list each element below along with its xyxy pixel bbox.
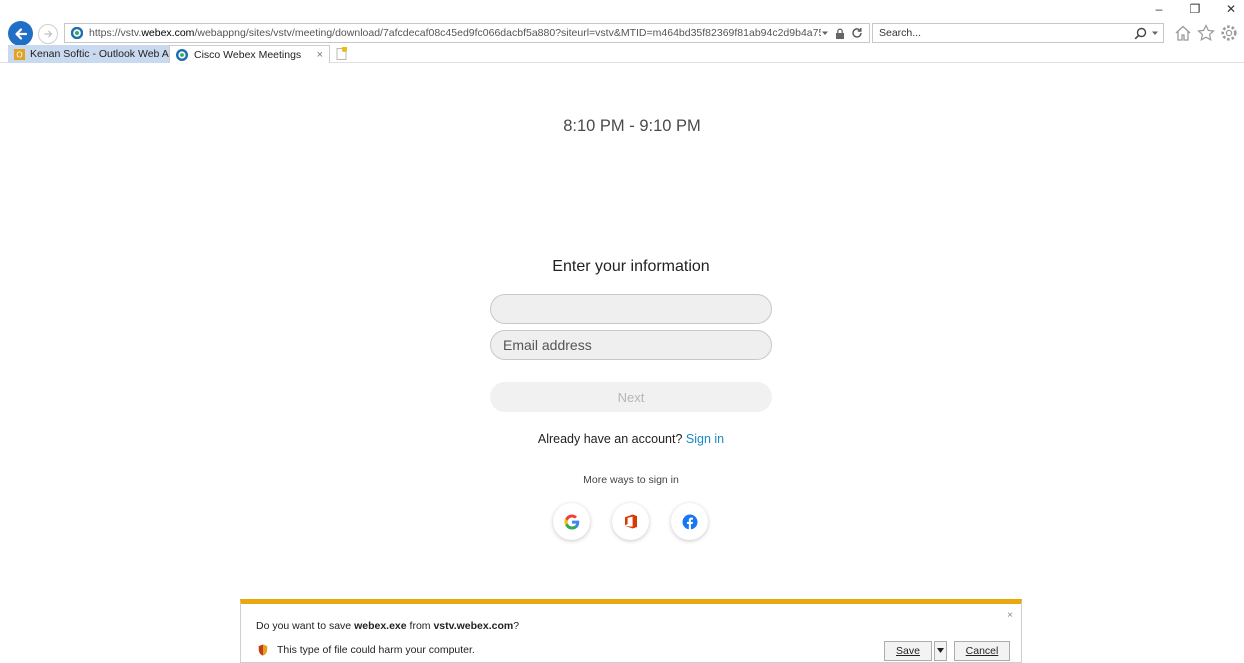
new-tab-icon[interactable] — [334, 47, 348, 61]
google-sign-in-button[interactable] — [553, 503, 590, 540]
back-arrow-icon — [14, 27, 27, 40]
account-prompt-text: Already have an account? — [537, 432, 683, 446]
question-mid: from — [406, 620, 434, 632]
email-input[interactable] — [490, 330, 772, 360]
webex-tab-icon — [176, 48, 188, 61]
google-icon — [563, 514, 579, 529]
svg-text:O: O — [16, 50, 22, 59]
download-notification: Do you want to save webex.exe from vstv.… — [240, 599, 1022, 663]
tab-webex[interactable]: Cisco Webex Meetings × — [169, 45, 330, 63]
meeting-time: 8:10 PM - 9:10 PM — [563, 117, 701, 135]
url-prefix: https://vstv. — [89, 27, 142, 39]
webex-site-icon — [71, 27, 83, 39]
refresh-icon[interactable] — [851, 27, 863, 39]
url-path: /webappng/sites/vstv/meeting/download/7a… — [194, 27, 821, 39]
cancel-button[interactable]: Cancel — [954, 641, 1010, 661]
download-source: vstv.webex.com — [433, 620, 514, 632]
url-text[interactable]: https://vstv.webex.com/webappng/sites/vs… — [89, 27, 821, 39]
sign-in-link[interactable]: Sign in — [686, 432, 724, 446]
tab-close-icon[interactable]: × — [317, 49, 323, 61]
office-icon — [624, 514, 637, 529]
outlook-icon: O — [14, 48, 25, 60]
favorites-star-icon[interactable] — [1196, 23, 1216, 43]
download-warning: This type of file could harm your comput… — [258, 644, 475, 656]
tab-label: Kenan Softic - Outlook Web A... — [30, 48, 169, 60]
window-controls: – ❐ ✕ — [1152, 2, 1238, 16]
more-ways-label: More ways to sign in — [583, 474, 679, 486]
search-icon[interactable] — [1134, 27, 1147, 40]
account-prompt: Already have an account? Sign in — [0, 432, 1244, 446]
form-title: Enter your information — [552, 258, 710, 275]
search-bar[interactable] — [872, 23, 1164, 43]
tab-label: Cisco Webex Meetings — [194, 48, 302, 61]
restore-button[interactable]: ❐ — [1188, 2, 1202, 16]
minimize-button[interactable]: – — [1152, 2, 1166, 16]
close-window-button[interactable]: ✕ — [1224, 2, 1238, 16]
question-suffix: ? — [513, 620, 520, 632]
dropdown-arrow-icon[interactable] — [821, 29, 829, 37]
address-bar[interactable]: https://vstv.webex.com/webappng/sites/vs… — [64, 23, 870, 43]
shield-warning-icon — [258, 644, 268, 656]
back-button[interactable] — [8, 21, 33, 46]
name-input[interactable] — [490, 294, 772, 324]
next-button[interactable]: Next — [490, 382, 772, 412]
forward-arrow-icon — [44, 30, 53, 38]
office-sign-in-button[interactable] — [612, 503, 649, 540]
settings-gear-icon[interactable] — [1219, 23, 1239, 43]
save-options-dropdown[interactable] — [934, 641, 947, 661]
lock-icon[interactable] — [835, 28, 845, 39]
url-domain: webex.com — [141, 27, 195, 39]
facebook-sign-in-button[interactable] — [671, 503, 708, 540]
tab-bar: O Kenan Softic - Outlook Web A... Cisco … — [0, 45, 1244, 63]
question-prefix: Do you want to save — [256, 620, 355, 632]
facebook-icon — [682, 514, 697, 529]
download-question: Do you want to save webex.exe from vstv.… — [256, 620, 519, 632]
tab-outlook[interactable]: O Kenan Softic - Outlook Web A... — [8, 45, 169, 63]
save-button[interactable]: Save — [884, 641, 932, 661]
search-tools — [1134, 27, 1159, 40]
file-name: webex.exe — [354, 620, 407, 632]
search-dropdown-icon[interactable] — [1151, 29, 1159, 37]
home-icon[interactable] — [1173, 23, 1193, 43]
notification-close-icon[interactable]: × — [1007, 610, 1013, 621]
dropdown-arrow-icon — [937, 647, 944, 653]
forward-button[interactable] — [38, 24, 58, 44]
warning-text: This type of file could harm your comput… — [277, 644, 475, 656]
address-tools — [821, 27, 863, 39]
search-input[interactable] — [873, 27, 1134, 39]
browser-chrome: – ❐ ✕ https://vstv.webex.com/webappng/si… — [0, 0, 1244, 63]
toolbar-icons — [1173, 23, 1239, 43]
